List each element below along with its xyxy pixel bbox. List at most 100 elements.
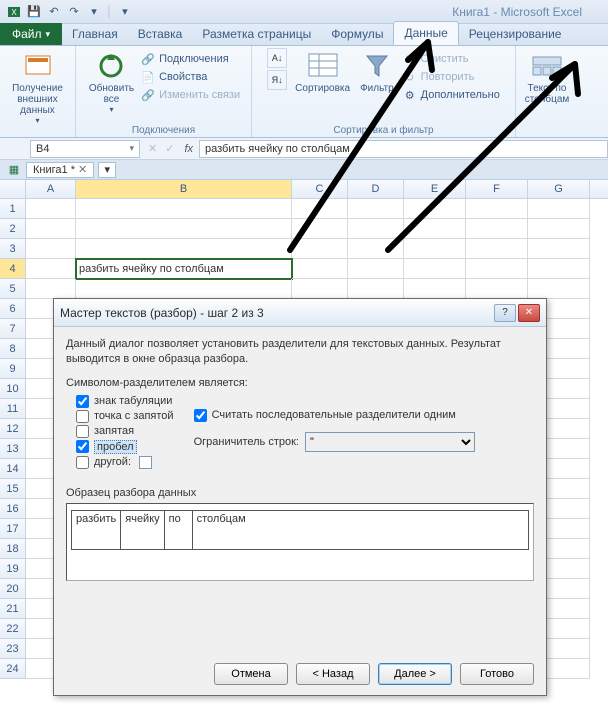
advanced-filter-button[interactable]: ⚙Дополнительно xyxy=(402,86,500,104)
sort-az-icon[interactable]: А↓ xyxy=(267,48,287,68)
row-header[interactable]: 24 xyxy=(0,659,26,679)
dialog-titlebar[interactable]: Мастер текстов (разбор) - шаг 2 из 3 ? ✕ xyxy=(54,299,546,327)
get-external-data-button[interactable]: Получение внешних данных ▾ xyxy=(6,48,69,128)
row-header[interactable]: 18 xyxy=(0,539,26,559)
cell[interactable] xyxy=(292,239,348,259)
row-header[interactable]: 19 xyxy=(0,559,26,579)
row-header[interactable]: 14 xyxy=(0,459,26,479)
tab-data[interactable]: Данные xyxy=(393,21,458,45)
cell[interactable] xyxy=(26,199,76,219)
refresh-all-button[interactable]: Обновить все ▾ xyxy=(87,48,136,117)
cell[interactable] xyxy=(26,259,76,279)
formula-input[interactable]: разбить ячейку по столбцам xyxy=(199,140,608,158)
cell[interactable] xyxy=(26,219,76,239)
row-header[interactable]: 2 xyxy=(0,219,26,239)
row-header[interactable]: 3 xyxy=(0,239,26,259)
other-input[interactable] xyxy=(139,456,152,469)
row-header[interactable]: 1 xyxy=(0,199,26,219)
cell[interactable] xyxy=(348,259,404,279)
col-C[interactable]: C xyxy=(292,180,348,198)
redo-icon[interactable]: ↷ xyxy=(66,4,82,20)
row-header[interactable]: 10 xyxy=(0,379,26,399)
cell[interactable] xyxy=(26,239,76,259)
cell[interactable] xyxy=(76,219,292,239)
close-tab-icon[interactable]: ✕ xyxy=(78,163,87,176)
cell[interactable] xyxy=(76,199,292,219)
next-button[interactable]: Далее > xyxy=(378,663,452,685)
back-button[interactable]: < Назад xyxy=(296,663,370,685)
cell[interactable] xyxy=(528,259,590,279)
row-header[interactable]: 15 xyxy=(0,479,26,499)
sort-za-icon[interactable]: Я↓ xyxy=(267,70,287,90)
workbook-dropdown[interactable]: ▾ xyxy=(98,162,116,178)
workbook-tab[interactable]: Книга1 *✕ xyxy=(26,162,94,178)
other-checkbox[interactable] xyxy=(76,456,89,469)
row-header[interactable]: 20 xyxy=(0,579,26,599)
cell[interactable] xyxy=(528,279,590,299)
tab-pagelayout[interactable]: Разметка страницы xyxy=(192,23,321,45)
col-B[interactable]: B xyxy=(76,180,292,198)
row-header[interactable]: 22 xyxy=(0,619,26,639)
col-D[interactable]: D xyxy=(348,180,404,198)
cancel-formula-icon[interactable]: ✕ xyxy=(144,142,161,155)
filter-button[interactable]: Фильтр xyxy=(358,48,396,96)
file-tab[interactable]: Файл ▾ xyxy=(0,23,62,45)
row-header[interactable]: 9 xyxy=(0,359,26,379)
qat-dropdown-icon[interactable]: ▾ xyxy=(86,4,102,20)
help-button[interactable]: ? xyxy=(494,304,516,322)
sort-button[interactable]: Сортировка xyxy=(293,48,352,96)
tab-formulas[interactable]: Формулы xyxy=(321,23,393,45)
row-header[interactable]: 17 xyxy=(0,519,26,539)
cell[interactable] xyxy=(348,219,404,239)
cell[interactable] xyxy=(26,279,76,299)
cell[interactable] xyxy=(404,259,466,279)
cell[interactable] xyxy=(528,219,590,239)
row-header[interactable]: 21 xyxy=(0,599,26,619)
cell[interactable] xyxy=(292,219,348,239)
select-all-corner[interactable] xyxy=(0,180,26,198)
cell[interactable]: разбить ячейку по столбцам xyxy=(76,259,292,279)
qualifier-select[interactable]: " xyxy=(305,432,475,452)
close-button[interactable]: ✕ xyxy=(518,304,540,322)
cell[interactable] xyxy=(466,199,528,219)
semicolon-checkbox[interactable] xyxy=(76,410,89,423)
undo-icon[interactable]: ↶ xyxy=(46,4,62,20)
col-F[interactable]: F xyxy=(466,180,528,198)
connections-button[interactable]: 🔗Подключения xyxy=(140,50,240,68)
row-header[interactable]: 5 xyxy=(0,279,26,299)
row-header[interactable]: 8 xyxy=(0,339,26,359)
cell[interactable] xyxy=(292,259,348,279)
row-header[interactable]: 13 xyxy=(0,439,26,459)
cell[interactable] xyxy=(348,239,404,259)
row-header[interactable]: 11 xyxy=(0,399,26,419)
comma-checkbox[interactable] xyxy=(76,425,89,438)
fx-icon[interactable]: fx xyxy=(178,143,199,155)
enter-formula-icon[interactable]: ✓ xyxy=(161,142,178,155)
finish-button[interactable]: Готово xyxy=(460,663,534,685)
cell[interactable] xyxy=(348,199,404,219)
consecutive-checkbox[interactable] xyxy=(194,409,207,422)
properties-button[interactable]: 📄Свойства xyxy=(140,68,240,86)
tab-insert[interactable]: Вставка xyxy=(128,23,193,45)
tab-home[interactable]: Главная xyxy=(62,23,128,45)
cell[interactable] xyxy=(466,219,528,239)
cell[interactable] xyxy=(404,199,466,219)
cell[interactable] xyxy=(292,279,348,299)
edit-links-button[interactable]: 🔗Изменить связи xyxy=(140,86,240,104)
col-A[interactable]: A xyxy=(26,180,76,198)
col-E[interactable]: E xyxy=(404,180,466,198)
row-header[interactable]: 7 xyxy=(0,319,26,339)
space-checkbox[interactable] xyxy=(76,440,89,453)
cell[interactable] xyxy=(528,199,590,219)
tab-checkbox[interactable] xyxy=(76,395,89,408)
cancel-button[interactable]: Отмена xyxy=(214,663,288,685)
clear-filter-button[interactable]: ✖Очистить xyxy=(402,50,500,68)
cell[interactable] xyxy=(466,259,528,279)
tab-review[interactable]: Рецензирование xyxy=(459,23,572,45)
qat-more-icon[interactable]: ▾ xyxy=(117,4,133,20)
cell[interactable] xyxy=(348,279,404,299)
cell[interactable] xyxy=(466,279,528,299)
cell[interactable] xyxy=(76,239,292,259)
row-header[interactable]: 16 xyxy=(0,499,26,519)
cell[interactable] xyxy=(404,279,466,299)
